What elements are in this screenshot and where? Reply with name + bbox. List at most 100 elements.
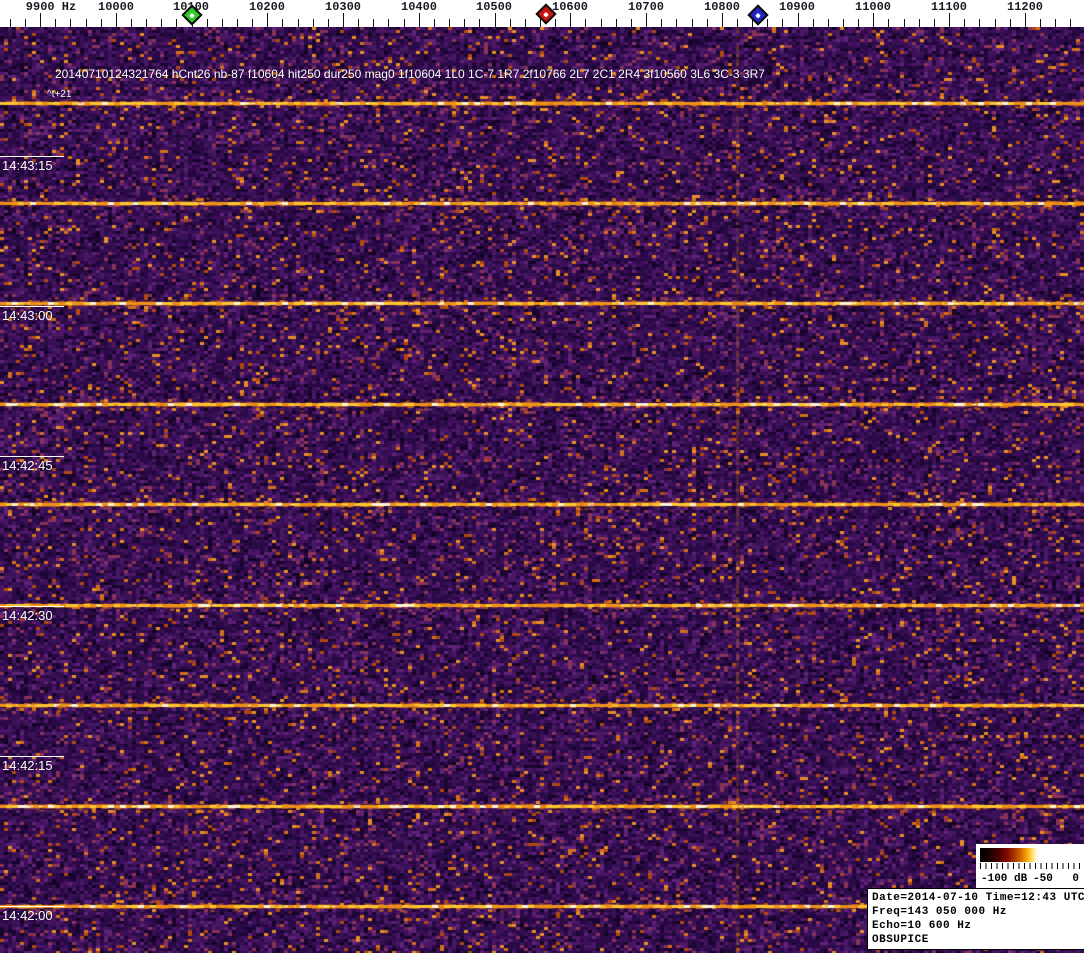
- ruler-minor-tick: [813, 19, 814, 27]
- ruler-minor-tick: [161, 19, 162, 27]
- ruler-minor-tick: [661, 19, 662, 27]
- ruler-minor-tick: [25, 19, 26, 27]
- ruler-major-tick: [646, 13, 647, 27]
- ruler-minor-tick: [328, 19, 329, 27]
- ruler-major-tick: [116, 13, 117, 27]
- colorbar-label-mid: -50: [1033, 873, 1053, 885]
- ruler-minor-tick: [616, 19, 617, 27]
- ruler-frequency-label: 10300: [325, 0, 361, 14]
- ruler-minor-tick: [1055, 19, 1056, 27]
- ruler-frequency-label: 11100: [931, 0, 967, 14]
- ruler-major-tick: [722, 13, 723, 27]
- info-date-time: Date=2014-07-10 Time=12:43 UTC: [872, 891, 1084, 905]
- ruler-minor-tick: [176, 19, 177, 27]
- ruler-frequency-label: 10000: [98, 0, 134, 14]
- ruler-minor-tick: [1040, 19, 1041, 27]
- ruler-major-tick: [873, 13, 874, 27]
- ruler-minor-tick: [237, 19, 238, 27]
- freq-marker-blue[interactable]: [747, 4, 768, 25]
- ruler-frequency-label: 11000: [855, 0, 891, 14]
- ruler-minor-tick: [510, 19, 511, 27]
- freq-marker-red-center-dot: [543, 11, 549, 17]
- colorbar-ticks: [980, 863, 1080, 869]
- ruler-minor-tick: [843, 19, 844, 27]
- ruler-minor-tick: [601, 19, 602, 27]
- ruler-minor-tick: [676, 19, 677, 27]
- ruler-minor-tick: [146, 19, 147, 27]
- ruler-frequency-label: 10900: [779, 0, 815, 14]
- time-axis-label: 14:42:45: [2, 458, 53, 473]
- freq-marker-green-center-dot: [189, 12, 195, 18]
- ruler-minor-tick: [964, 19, 965, 27]
- spectrogram-display[interactable]: [0, 27, 1084, 953]
- frequency-ruler[interactable]: 9900 Hz100001010010200103001040010500106…: [0, 0, 1084, 27]
- ruler-minor-tick: [767, 19, 768, 27]
- ruler-major-tick: [798, 13, 799, 27]
- ruler-minor-tick: [995, 19, 996, 27]
- time-axis-label: 14:43:15: [2, 158, 53, 173]
- ruler-minor-tick: [10, 19, 11, 27]
- ruler-minor-tick: [298, 19, 299, 27]
- ruler-major-tick: [1025, 13, 1026, 27]
- time-tick-line: [0, 456, 64, 457]
- ruler-frequency-label: 10200: [249, 0, 285, 14]
- amplitude-colorbar-panel: -100 dB -50 0: [976, 844, 1084, 888]
- ruler-major-tick: [419, 13, 420, 27]
- ruler-minor-tick: [888, 19, 889, 27]
- freq-marker-blue-center-dot: [755, 12, 761, 18]
- ruler-frequency-label: 11200: [1007, 0, 1043, 14]
- ruler-minor-tick: [434, 19, 435, 27]
- ruler-minor-tick: [585, 19, 586, 27]
- ruler-minor-tick: [222, 19, 223, 27]
- ruler-major-tick: [570, 13, 571, 27]
- colorbar-label-min: -100 dB: [981, 873, 1027, 885]
- time-tick-line: [0, 156, 64, 157]
- ruler-major-tick: [267, 13, 268, 27]
- ruler-minor-tick: [934, 19, 935, 27]
- ruler-minor-tick: [373, 19, 374, 27]
- time-tick-line: [0, 756, 64, 757]
- ruler-major-tick: [949, 13, 950, 27]
- ruler-frequency-label: 10500: [476, 0, 512, 14]
- time-axis-label: 14:42:15: [2, 758, 53, 773]
- ruler-major-tick: [495, 13, 496, 27]
- ruler-major-tick: [40, 13, 41, 27]
- time-tick-line: [0, 906, 64, 907]
- ruler-minor-tick: [1070, 19, 1071, 27]
- ruler-minor-tick: [919, 19, 920, 27]
- ruler-minor-tick: [525, 19, 526, 27]
- ruler-minor-tick: [479, 19, 480, 27]
- time-axis-label: 14:43:00: [2, 308, 53, 323]
- time-tick-line: [0, 306, 64, 307]
- ruler-frequency-label: 10400: [401, 0, 437, 14]
- ruler-minor-tick: [631, 19, 632, 27]
- event-detection-text: 20140710124321764 hCnt26 nb-87 f10604 hi…: [55, 67, 765, 81]
- ruler-frequency-label: 10600: [552, 0, 588, 14]
- time-tick-line: [0, 606, 64, 607]
- ruler-minor-tick: [464, 19, 465, 27]
- trigger-time-label: ^t+21: [47, 89, 71, 100]
- ruler-frequency-label: 10700: [628, 0, 664, 14]
- ruler-minor-tick: [313, 19, 314, 27]
- colorbar-gradient: [980, 848, 1080, 862]
- ruler-minor-tick: [55, 19, 56, 27]
- ruler-minor-tick: [207, 19, 208, 27]
- ruler-minor-tick: [555, 19, 556, 27]
- spectrogram-app-window: 9900 Hz100001010010200103001040010500106…: [0, 0, 1084, 953]
- ruler-minor-tick: [449, 19, 450, 27]
- ruler-frequency-label: 10800: [704, 0, 740, 14]
- info-frequency: Freq=143 050 000 Hz: [872, 905, 1084, 919]
- ruler-minor-tick: [782, 19, 783, 27]
- ruler-minor-tick: [404, 19, 405, 27]
- ruler-minor-tick: [692, 19, 693, 27]
- ruler-minor-tick: [828, 19, 829, 27]
- ruler-minor-tick: [252, 19, 253, 27]
- colorbar-label-max: 0: [1072, 873, 1079, 885]
- ruler-minor-tick: [904, 19, 905, 27]
- ruler-minor-tick: [707, 19, 708, 27]
- ruler-minor-tick: [1010, 19, 1011, 27]
- ruler-minor-tick: [70, 19, 71, 27]
- info-station: OBSUPICE: [872, 933, 1084, 947]
- ruler-minor-tick: [358, 19, 359, 27]
- info-echo: Echo=10 600 Hz: [872, 919, 1084, 933]
